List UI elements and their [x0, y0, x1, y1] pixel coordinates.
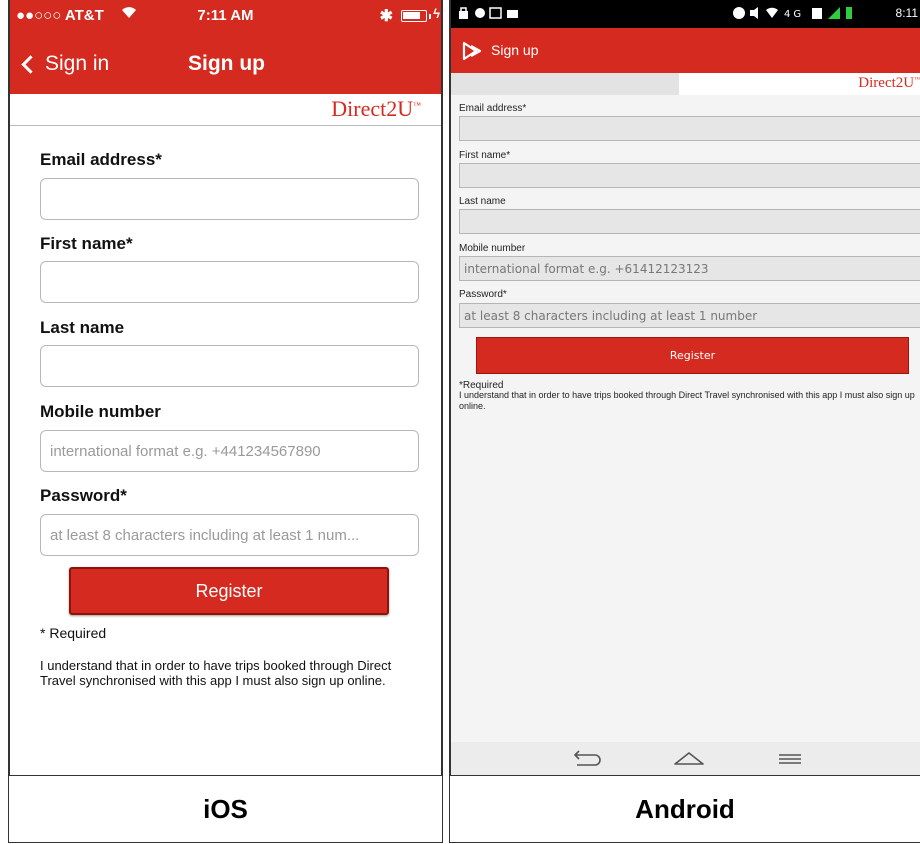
mobile-label: Mobile number	[459, 243, 526, 254]
mobile-label: Mobile number	[40, 402, 161, 421]
status-clock: 8:11	[895, 6, 918, 20]
first-name-field[interactable]	[40, 261, 419, 303]
back-button[interactable]: Sign in	[20, 52, 109, 76]
last-name-label: Last name	[40, 318, 125, 337]
sync-note: I understand that in order to have trips…	[459, 390, 915, 411]
charging-icon: ϟ	[433, 6, 440, 21]
password-field[interactable]	[40, 514, 419, 556]
brand-logo: Direct2U™	[331, 96, 421, 121]
register-button[interactable]: Register	[476, 337, 909, 374]
android-status-bar: 4G 8:11	[451, 0, 920, 28]
sync-note: I understand that in order to have trips…	[40, 658, 392, 688]
brand-bar: Direct2U™	[679, 73, 920, 95]
last-name-field[interactable]	[459, 209, 920, 234]
first-name-field[interactable]	[459, 163, 920, 188]
password-field[interactable]	[459, 303, 920, 328]
ios-caption: iOS	[8, 775, 443, 843]
page-title: Sign up	[188, 52, 265, 75]
last-name-field[interactable]	[40, 345, 419, 387]
brand-strip	[451, 73, 679, 95]
email-field[interactable]	[40, 178, 419, 220]
back-chevron-icon	[21, 54, 40, 74]
mobile-field[interactable]	[459, 256, 920, 281]
status-clock: 7:11 AM	[197, 7, 254, 24]
android-caption: Android	[449, 775, 920, 843]
android-menu-icon[interactable]	[769, 746, 813, 772]
android-back-icon[interactable]	[565, 746, 609, 772]
email-label: Email address*	[40, 150, 162, 169]
android-home-icon[interactable]	[667, 746, 711, 772]
back-label: Sign in	[45, 52, 110, 75]
android-action-bar: Sign up	[451, 28, 920, 73]
android-screen: 4G 8:11 Sign up Direct2U™ Email address*…	[449, 0, 920, 775]
password-label: Password*	[40, 486, 127, 505]
email-field[interactable]	[459, 116, 920, 141]
register-button[interactable]: Register	[69, 567, 389, 615]
ios-screen: ●●○○○ AT&T 7:11 AM ✱ ϟ Sign in Sign up D…	[8, 0, 443, 775]
ios-nav-bar: Sign in Sign up	[10, 32, 441, 94]
battery-icon	[401, 10, 427, 22]
password-label: Password*	[459, 289, 507, 300]
system-icons: 4G	[732, 6, 892, 23]
first-name-label: First name*	[459, 150, 511, 161]
first-name-label: First name*	[40, 234, 133, 253]
last-name-label: Last name	[459, 196, 506, 207]
required-note: * Required	[40, 625, 107, 641]
notification-icons	[457, 6, 527, 23]
mobile-field[interactable]	[40, 430, 419, 472]
svg-text:4G: 4G	[784, 9, 804, 20]
email-label: Email address*	[459, 103, 527, 114]
brand-logo: Direct2U™	[858, 75, 920, 91]
app-logo-icon[interactable]	[461, 40, 483, 62]
bluetooth-icon: ✱	[379, 8, 393, 25]
brand-bar: Direct2U™	[10, 94, 441, 126]
ios-status-bar: ●●○○○ AT&T 7:11 AM ✱ ϟ	[10, 0, 441, 32]
page-title: Sign up	[491, 42, 539, 58]
android-nav-bar	[451, 742, 920, 775]
